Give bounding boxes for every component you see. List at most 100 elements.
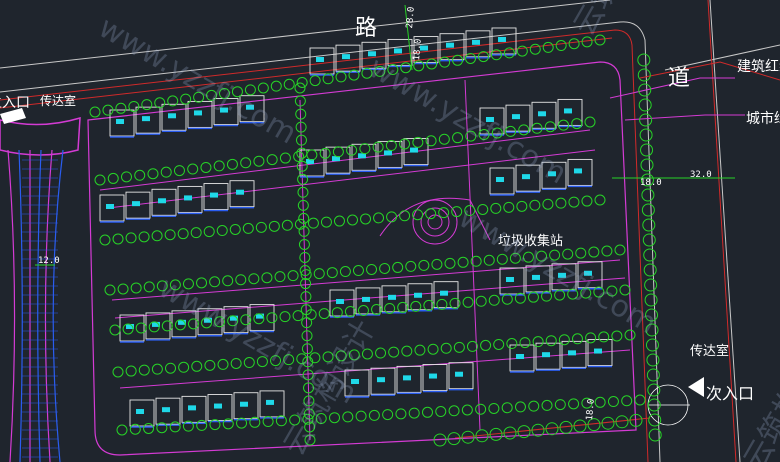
tree (253, 155, 265, 167)
tree (125, 365, 137, 377)
tree (388, 346, 400, 358)
tree (541, 399, 553, 411)
tree (165, 362, 177, 374)
boulevard-line (44, 149, 53, 462)
tree (360, 213, 372, 225)
tree (342, 411, 354, 423)
tree (117, 283, 129, 295)
secondary-entrance-plaza (647, 384, 690, 426)
tree (229, 223, 241, 235)
secondary-entrance-arrow (688, 377, 704, 397)
tree (483, 254, 495, 266)
tree (332, 146, 344, 158)
tree (319, 147, 331, 159)
tree (266, 312, 278, 324)
tree (279, 152, 291, 164)
tree (594, 194, 606, 206)
tree (427, 343, 439, 355)
building-mark (410, 147, 418, 153)
tree (352, 265, 364, 277)
tree (401, 345, 413, 357)
tree (607, 396, 619, 408)
tree (542, 41, 554, 53)
tree (639, 128, 653, 142)
building-mark (498, 36, 506, 42)
tree (187, 163, 199, 175)
tree (120, 171, 132, 183)
tree (112, 233, 124, 245)
tree (542, 198, 554, 210)
tree (555, 197, 567, 209)
tree (94, 174, 106, 186)
boulevard-line (7, 149, 16, 462)
dim-setback-right: 18.0 (640, 178, 662, 188)
tree (109, 324, 121, 336)
building-mark (594, 348, 602, 354)
tree (154, 97, 166, 109)
tree (418, 259, 430, 271)
tree (226, 158, 238, 170)
tree (248, 273, 260, 285)
tree (645, 338, 659, 352)
tree (151, 230, 163, 242)
tree (309, 75, 321, 87)
building-mark (236, 189, 244, 195)
tree (143, 281, 155, 293)
tree (147, 168, 159, 180)
building-mark (158, 198, 166, 204)
building-mark (266, 399, 274, 405)
tree (355, 410, 367, 422)
tree (475, 295, 487, 307)
tree (217, 358, 229, 370)
tree (558, 334, 570, 346)
tree (294, 82, 306, 94)
tree (425, 208, 437, 220)
building-mark (574, 168, 582, 174)
tree (647, 383, 661, 397)
tree (274, 271, 286, 283)
tree (213, 160, 225, 172)
tree (242, 222, 254, 234)
boulevard-line (18, 149, 23, 462)
tree (143, 422, 155, 434)
tree (318, 308, 330, 320)
tree (130, 282, 142, 294)
tree (462, 296, 474, 308)
tree (475, 403, 487, 415)
tree (379, 262, 391, 274)
tree (116, 424, 128, 436)
tree (230, 357, 242, 369)
tree (519, 337, 531, 349)
tree (588, 246, 600, 258)
tree (191, 360, 203, 372)
tree (514, 401, 526, 413)
tree (281, 219, 293, 231)
tree (642, 233, 656, 247)
tree (640, 143, 654, 157)
building-mark (440, 290, 448, 296)
tree (493, 338, 505, 350)
tree (368, 409, 380, 421)
tree (395, 408, 407, 420)
tree (488, 294, 500, 306)
tree (375, 347, 387, 359)
cad-site-plan: 路 道 建筑红线 城市绿线 主入口 传达室 传达室 次入口 垃圾收集站 28.0… (0, 0, 780, 462)
tree (448, 405, 460, 417)
building-mark (188, 405, 196, 411)
building-mark (394, 48, 402, 54)
tree (307, 217, 319, 229)
tree (243, 357, 255, 369)
tree (257, 82, 269, 94)
tree (161, 320, 173, 332)
tree (216, 225, 228, 237)
guard-room-bottom-label: 传达室 (690, 344, 730, 359)
tree (527, 291, 539, 303)
building-mark (388, 294, 396, 300)
tree (598, 331, 610, 343)
tree (326, 267, 338, 279)
building-mark (512, 114, 520, 120)
tree (134, 169, 146, 181)
tree (339, 266, 351, 278)
tree (169, 421, 181, 433)
building-mark (368, 51, 376, 57)
